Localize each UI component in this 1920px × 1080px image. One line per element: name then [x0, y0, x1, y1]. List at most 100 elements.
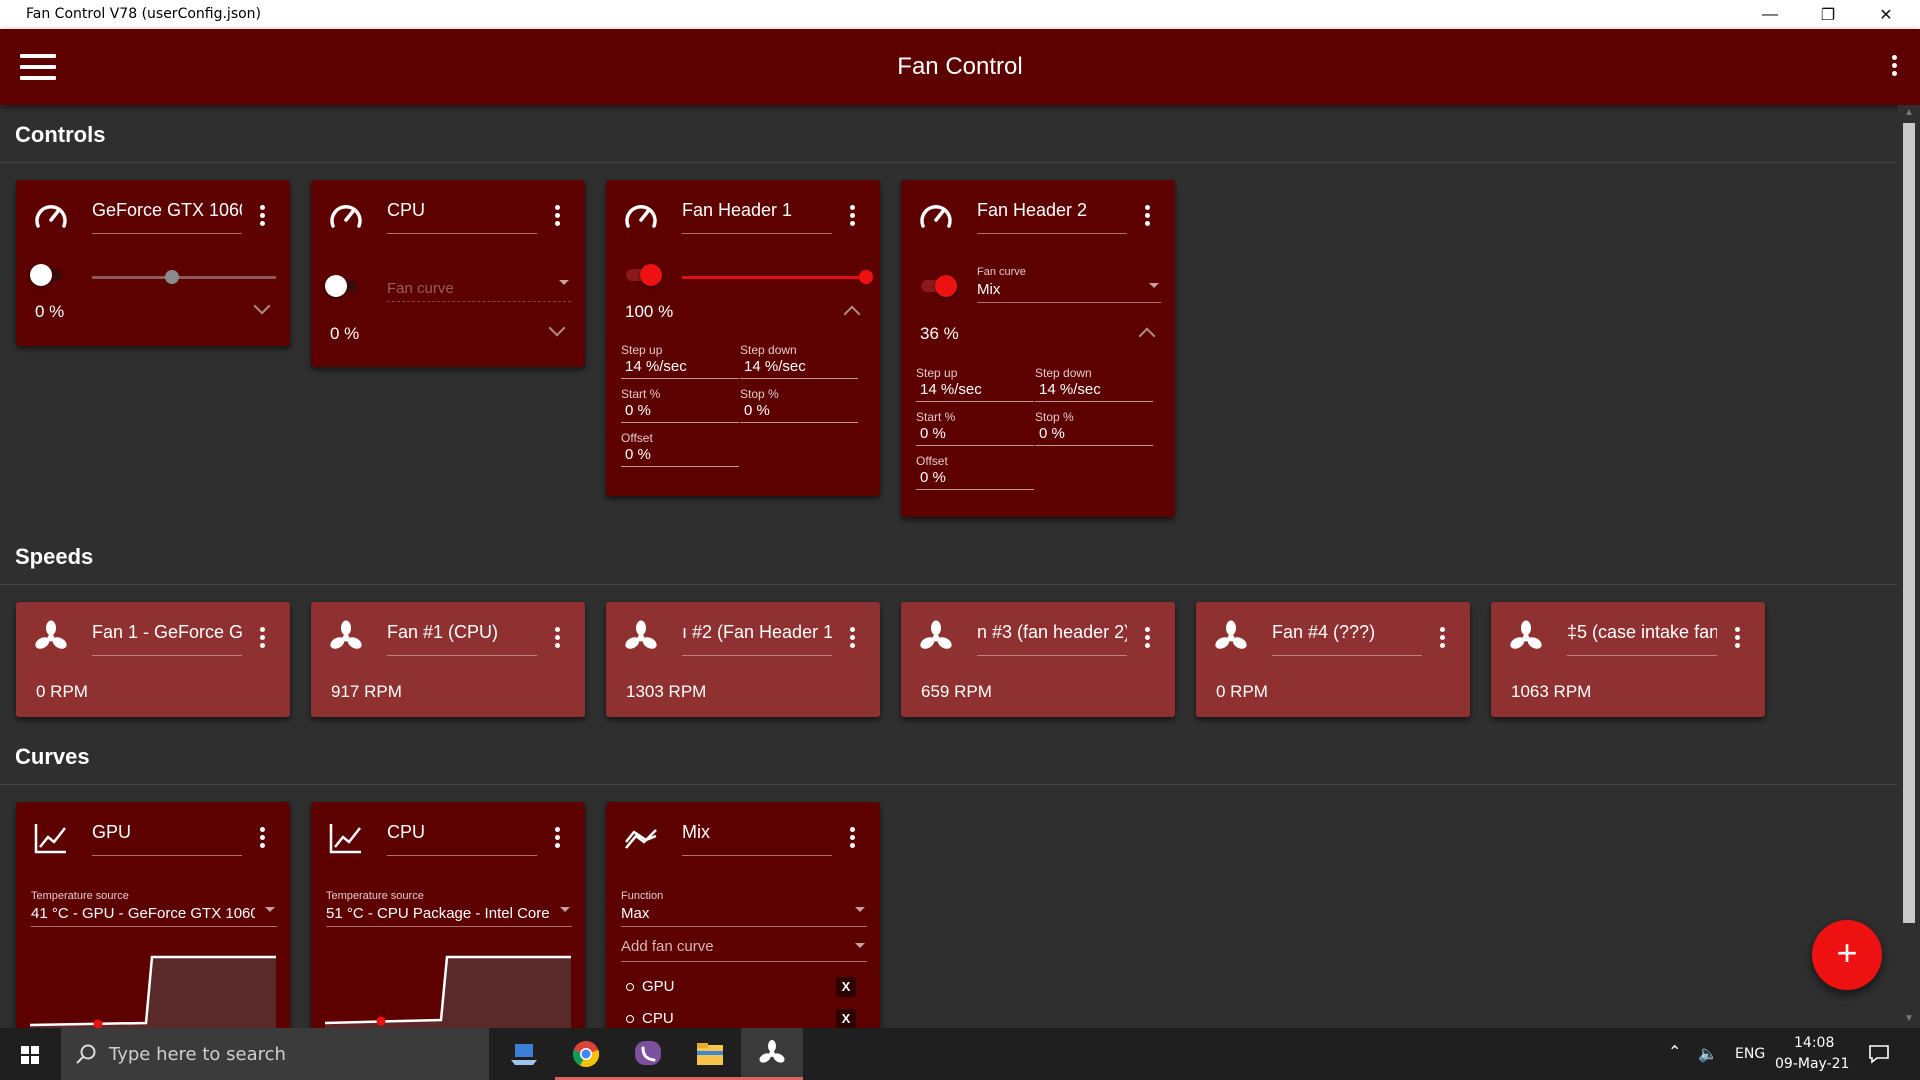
temperature-source-select[interactable]: Temperature source 41 °C - GPU - GeForce… — [31, 888, 277, 927]
volume-icon[interactable]: 🔈 — [1698, 1044, 1718, 1063]
add-fab-button[interactable]: + — [1812, 920, 1882, 990]
more-icon[interactable] — [1733, 627, 1741, 651]
control-percent: 100 % — [625, 302, 674, 321]
more-icon[interactable] — [258, 827, 266, 851]
offset-field[interactable]: Offset 0 % — [621, 431, 739, 467]
toggle-knob[interactable] — [640, 264, 662, 286]
more-icon[interactable] — [258, 627, 266, 651]
field-value: 0 % — [625, 446, 651, 463]
start-percent-field[interactable]: Start % 0 % — [621, 387, 739, 423]
expand-chevron-icon[interactable] — [253, 297, 271, 315]
close-button[interactable]: ✕ — [1857, 0, 1915, 29]
toggle-knob[interactable] — [325, 275, 347, 297]
more-icon[interactable] — [848, 627, 856, 651]
add-fan-curve-select[interactable]: Add fan curve — [621, 932, 867, 962]
curve-point[interactable] — [376, 1016, 386, 1026]
speed-rpm: 1303 RPM — [626, 682, 707, 701]
curve-graph[interactable] — [325, 945, 571, 1028]
minimize-button[interactable]: — — [1741, 0, 1799, 29]
control-name[interactable]: CPU — [387, 200, 537, 234]
remove-item-button[interactable]: X — [836, 977, 856, 997]
stop-percent-field[interactable]: Stop % 0 % — [1035, 410, 1153, 446]
function-select[interactable]: Function Max — [621, 888, 867, 927]
control-name[interactable]: GeForce GTX 1060 — [92, 200, 242, 234]
speed-name[interactable]: Fan 1 - GeForce GT — [92, 622, 242, 656]
clock-time[interactable]: 14:08 — [1794, 1035, 1834, 1051]
curve-graph[interactable] — [30, 945, 276, 1028]
taskbar-app-file-explorer[interactable] — [679, 1028, 741, 1080]
speed-name[interactable]: ı #2 (Fan Header 1) — [682, 622, 832, 656]
field-label: Start % — [916, 410, 956, 424]
more-icon[interactable] — [1143, 627, 1151, 651]
fan-curve-select[interactable]: Fan curve Mix — [977, 264, 1161, 303]
tray-overflow-icon[interactable]: ⌃ — [1668, 1042, 1681, 1061]
remove-item-button[interactable]: X — [836, 1009, 856, 1028]
slider-fill — [682, 276, 866, 279]
speed-slider[interactable] — [92, 270, 276, 284]
step-up-field[interactable]: Step up 14 %/sec — [916, 366, 1034, 402]
curve-name[interactable]: CPU — [387, 822, 537, 856]
windows-icon — [21, 1046, 39, 1064]
language-indicator[interactable]: ENG — [1735, 1046, 1765, 1062]
scrollbar-thumb[interactable] — [1903, 123, 1915, 923]
more-icon[interactable] — [1143, 205, 1151, 229]
restore-icon: ❐ — [1820, 6, 1836, 24]
section-title-speeds: Speeds — [15, 544, 94, 569]
taskbar-app-laptop[interactable] — [493, 1028, 555, 1080]
vertical-scrollbar[interactable]: ▲ ▼ — [1898, 105, 1920, 1028]
viber-icon — [635, 1041, 661, 1065]
app-more-icon[interactable] — [1890, 55, 1898, 79]
speed-name[interactable]: Fan #1 (CPU) — [387, 622, 537, 656]
step-down-field[interactable]: Step down 14 %/sec — [740, 343, 858, 379]
scroll-down-icon[interactable]: ▼ — [1904, 1013, 1914, 1024]
collapse-chevron-icon[interactable] — [1138, 327, 1156, 345]
field-value: 0 % — [625, 402, 651, 419]
function-label: Function — [621, 890, 664, 902]
more-icon[interactable] — [848, 205, 856, 229]
notifications-icon[interactable] — [1868, 1044, 1890, 1064]
step-down-field[interactable]: Step down 14 %/sec — [1035, 366, 1153, 402]
slider-thumb[interactable] — [165, 270, 179, 284]
fan-curve-select[interactable]: Fan curve — [387, 272, 571, 302]
toggle-knob[interactable] — [30, 264, 52, 286]
slider-thumb[interactable] — [859, 270, 873, 284]
restore-button[interactable]: ❐ — [1799, 0, 1857, 29]
temperature-source-select[interactable]: Temperature source 51 °C - CPU Package -… — [326, 888, 572, 927]
collapse-chevron-icon[interactable] — [843, 305, 861, 323]
field-value: 14 %/sec — [744, 358, 806, 375]
search-placeholder: Type here to search — [109, 1044, 286, 1065]
stop-percent-field[interactable]: Stop % 0 % — [740, 387, 858, 423]
more-icon[interactable] — [553, 827, 561, 851]
more-icon[interactable] — [1438, 627, 1446, 651]
more-icon[interactable] — [848, 827, 856, 851]
curve-card-gpu: GPU Temperature source 41 °C - GPU - GeF… — [16, 802, 290, 1028]
more-icon[interactable] — [553, 205, 561, 229]
fan-curve-label: Fan curve — [977, 266, 1026, 278]
control-name[interactable]: Fan Header 1 — [682, 200, 832, 234]
curve-name[interactable]: Mix — [682, 822, 832, 856]
clock-date[interactable]: 09-May-21 — [1775, 1056, 1849, 1072]
more-icon[interactable] — [258, 205, 266, 229]
speed-name[interactable]: ‡5 (case intake fan) — [1567, 622, 1717, 656]
taskbar-app-fan-control[interactable] — [741, 1028, 803, 1080]
taskbar-app-viber[interactable] — [617, 1028, 679, 1080]
speed-name[interactable]: Fan #4 (???) — [1272, 622, 1422, 656]
more-icon[interactable] — [553, 627, 561, 651]
fan-curve-value: Mix — [977, 281, 1001, 298]
mix-list-item: CPU — [626, 1010, 674, 1027]
start-button[interactable] — [0, 1028, 60, 1080]
taskbar-search[interactable]: Type here to search — [61, 1028, 489, 1080]
scroll-up-icon[interactable]: ▲ — [1904, 107, 1914, 118]
curve-name[interactable]: GPU — [92, 822, 242, 856]
speed-slider[interactable] — [682, 270, 873, 284]
offset-field[interactable]: Offset 0 % — [916, 454, 1034, 490]
start-percent-field[interactable]: Start % 0 % — [916, 410, 1034, 446]
toggle-knob[interactable] — [935, 275, 957, 297]
field-value: 14 %/sec — [625, 358, 687, 375]
taskbar-app-chrome[interactable] — [555, 1028, 617, 1080]
control-name[interactable]: Fan Header 2 — [977, 200, 1127, 234]
speed-name[interactable]: n #3 (fan header 2) — [977, 622, 1127, 656]
step-up-field[interactable]: Step up 14 %/sec — [621, 343, 739, 379]
expand-chevron-icon[interactable] — [548, 319, 566, 337]
curve-point[interactable] — [93, 1019, 103, 1029]
